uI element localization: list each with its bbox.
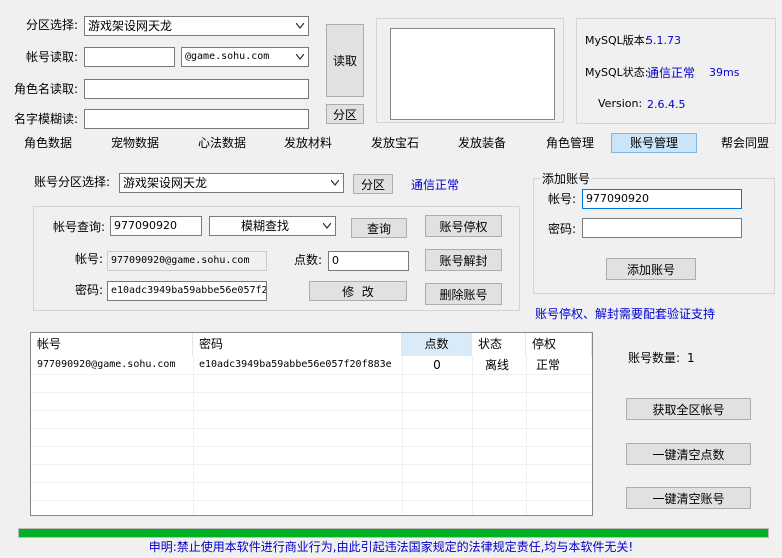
grid-hline: [31, 482, 592, 483]
clear-accounts-button[interactable]: 一键清空账号: [626, 487, 751, 509]
row-password: e10adc3949ba59abbe56e057f20f883e: [199, 359, 392, 370]
version-label: Version:: [598, 97, 643, 110]
mysql-latency: 39ms: [709, 66, 740, 79]
account-label: 帐号:: [75, 252, 104, 266]
grid-vline: [402, 356, 403, 515]
account-count-value: 1: [687, 351, 695, 365]
clear-points-button[interactable]: 一键清空点数: [626, 443, 751, 465]
grid-hline: [31, 374, 592, 375]
col-header-status[interactable]: 状态: [472, 333, 526, 356]
account-zone-select[interactable]: 游戏架设网天龙: [119, 173, 344, 193]
chevron-down-icon: [296, 23, 304, 29]
query-input[interactable]: 977090920: [110, 216, 202, 236]
grid-vline: [193, 356, 194, 515]
account-read-label: 帐号读取:: [26, 50, 79, 64]
col-header-points[interactable]: 点数: [402, 333, 472, 356]
mysql-status-label: MySQL状态:: [585, 66, 649, 79]
domain-select[interactable]: @game.sohu.com: [181, 47, 309, 67]
add-account-button[interactable]: 添加账号: [606, 258, 696, 280]
grid-vline: [526, 356, 527, 515]
account-count-label: 账号数量:: [628, 351, 681, 365]
role-read-input[interactable]: [84, 79, 309, 99]
comm-status: 通信正常: [411, 178, 460, 192]
tab-role-data[interactable]: 角色数据: [14, 133, 82, 153]
zone-select-value: 游戏架设网天龙: [88, 19, 173, 33]
read-button[interactable]: 读取: [326, 24, 364, 97]
unsuspend-account-button[interactable]: 账号解封: [425, 249, 502, 271]
result-list[interactable]: [390, 28, 555, 120]
grid-hline: [31, 410, 592, 411]
fuzzy-read-input[interactable]: [84, 109, 309, 129]
suspend-account-button[interactable]: 账号停权: [425, 215, 502, 237]
grid-hline: [31, 464, 592, 465]
tab-account-manage[interactable]: 账号管理: [611, 133, 697, 153]
row-points: 0: [433, 358, 441, 372]
grid-hline: [31, 428, 592, 429]
chevron-down-icon: [296, 54, 304, 60]
add-account-title: 添加账号: [540, 171, 593, 187]
grid-hline: [31, 500, 592, 501]
query-label: 帐号查询:: [53, 220, 106, 234]
row-suspend: 正常: [536, 358, 561, 372]
tab-role-manage[interactable]: 角色管理: [532, 133, 608, 153]
add-password-input[interactable]: [582, 218, 742, 238]
grid-hline: [31, 446, 592, 447]
chevron-down-icon: [323, 223, 331, 229]
points-field[interactable]: 0: [328, 251, 409, 271]
progress-fill: [19, 529, 768, 537]
mysql-version-value: 5.1.73: [646, 34, 681, 47]
mysql-status-value: 通信正常: [647, 66, 696, 80]
account-read-input[interactable]: [84, 47, 175, 67]
points-label: 点数:: [294, 253, 323, 267]
add-account-input[interactable]: 977090920: [582, 189, 742, 209]
delete-account-button[interactable]: 删除账号: [425, 283, 502, 305]
zone-label: 分区选择:: [26, 18, 79, 32]
domain-select-value: @game.sohu.com: [185, 51, 270, 62]
password-label: 密码:: [75, 283, 104, 297]
tab-pet-data[interactable]: 宠物数据: [100, 133, 170, 153]
zone-select[interactable]: 游戏架设网天龙: [84, 16, 309, 36]
add-password-label: 密码:: [548, 222, 577, 236]
modify-button[interactable]: 修 改: [309, 281, 407, 301]
query-mode-value: 模糊查找: [240, 219, 289, 233]
col-header-suspend[interactable]: 停权: [526, 333, 592, 356]
version-value: 2.6.4.5: [647, 98, 686, 111]
fetch-all-accounts-button[interactable]: 获取全区帐号: [626, 398, 751, 420]
account-zone-select-value: 游戏架设网天龙: [123, 176, 208, 190]
grid-hline: [31, 392, 592, 393]
row-account: 977090920@game.sohu.com: [37, 359, 176, 370]
suspend-notice: 账号停权、解封需要配套验证支持: [535, 307, 716, 321]
row-status: 离线: [485, 358, 510, 372]
account-zone-button[interactable]: 分区: [353, 174, 393, 194]
query-button[interactable]: 查询: [351, 218, 407, 238]
add-account-label: 帐号:: [548, 192, 577, 206]
account-zone-label: 账号分区选择:: [34, 175, 111, 189]
fuzzy-read-label: 名字模糊读:: [14, 112, 79, 126]
mysql-version-label: MySQL版本:: [585, 34, 649, 47]
zone-button-top[interactable]: 分区: [326, 104, 364, 124]
tab-issue-material[interactable]: 发放材料: [272, 133, 344, 153]
tab-skill-data[interactable]: 心法数据: [186, 133, 258, 153]
password-field[interactable]: e10adc3949ba59abbe56e057f2: [107, 281, 267, 301]
tab-issue-equipment[interactable]: 发放装备: [446, 133, 518, 153]
col-header-password[interactable]: 密码: [193, 333, 402, 356]
tab-issue-gem[interactable]: 发放宝石: [358, 133, 432, 153]
role-read-label: 角色名读取:: [14, 82, 79, 96]
col-header-account[interactable]: 帐号: [31, 333, 193, 356]
account-field[interactable]: 977090920@game.sohu.com: [107, 251, 267, 271]
progress-bar: [18, 528, 769, 538]
query-mode-select[interactable]: 模糊查找: [209, 216, 336, 236]
account-table[interactable]: 帐号 密码 点数 状态 停权 977090920@game.sohu.com e…: [30, 332, 593, 516]
grid-vline: [472, 356, 473, 515]
chevron-down-icon: [331, 180, 339, 186]
footer-disclaimer: 申明:禁止使用本软件进行商业行为,由此引起违法国家规定的法律规定责任,均与本软件…: [148, 540, 634, 554]
tab-guild-alliance[interactable]: 帮会同盟: [708, 133, 782, 153]
